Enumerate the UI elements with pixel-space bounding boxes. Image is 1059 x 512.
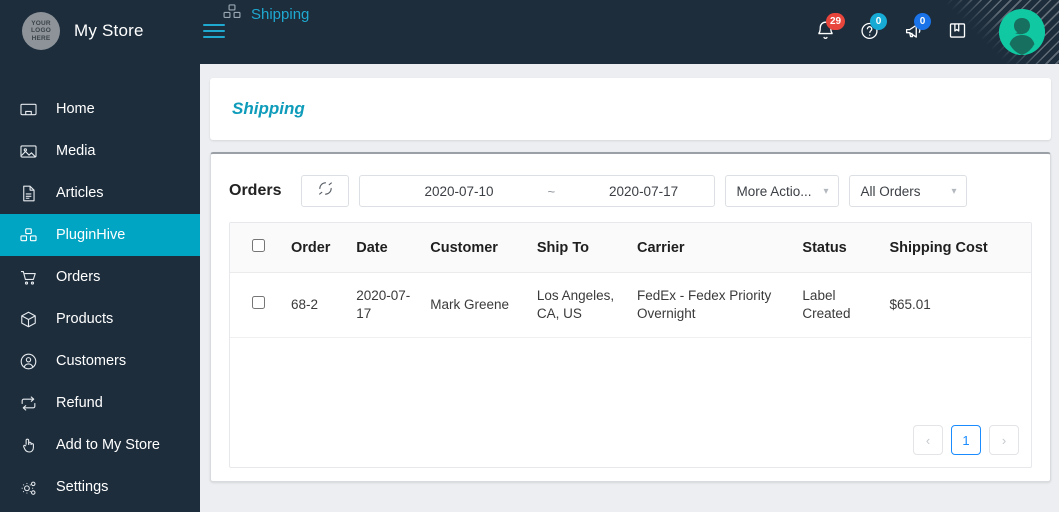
orders-table-head: Order Date Customer Ship To Carrier Stat… xyxy=(230,223,1031,273)
articles-icon xyxy=(18,183,38,203)
more-actions-dropdown[interactable]: More Actio... ▾ xyxy=(725,175,840,207)
table-row[interactable]: 68-2 2020-07-17 Mark Greene Los Angeles,… xyxy=(230,273,1031,338)
top-icon-group: 29 0 0 xyxy=(815,0,1045,64)
cell-status: Label Created xyxy=(802,288,851,321)
row-select-checkbox[interactable] xyxy=(252,296,265,309)
sidebar-item-label: Refund xyxy=(56,395,103,411)
column-header-customer[interactable]: Customer xyxy=(430,223,537,273)
column-header-ship-to[interactable]: Ship To xyxy=(537,223,637,273)
select-all-header xyxy=(230,223,291,273)
store-logo: YOUR LOGO HERE xyxy=(22,12,60,50)
page-title: Shipping xyxy=(232,99,305,118)
orders-heading: Orders xyxy=(229,182,282,199)
orders-table: Order Date Customer Ship To Carrier Stat… xyxy=(230,223,1031,338)
sidebar-item-label: Customers xyxy=(56,353,127,369)
select-all-checkbox[interactable] xyxy=(252,239,265,252)
cell-order: 68-2 xyxy=(290,297,318,312)
help-badge: 0 xyxy=(870,13,887,30)
app-root: YOUR LOGO HERE My Store Shipping 29 0 0 … xyxy=(0,0,1059,512)
more-actions-label: More Actio... xyxy=(736,183,812,199)
user-avatar[interactable] xyxy=(999,9,1045,55)
top-bar: YOUR LOGO HERE My Store Shipping 29 0 0 xyxy=(0,0,1059,64)
page-title-card: Shipping xyxy=(210,78,1051,140)
sidebar-item-add-to-my-store[interactable]: Add to My Store xyxy=(0,424,200,466)
column-header-date[interactable]: Date xyxy=(356,223,430,273)
sidebar-item-articles[interactable]: Articles xyxy=(0,172,200,214)
hand-pointer-icon xyxy=(18,435,38,455)
sidebar-item-label: Orders xyxy=(56,269,101,285)
orders-toolbar: Orders ~ xyxy=(229,168,1032,214)
sidebar-item-label: Home xyxy=(56,101,95,117)
cell-customer: Mark Greene xyxy=(430,297,510,312)
sidebar-item-label: Add to My Store xyxy=(56,437,160,453)
sidebar-item-pluginhive[interactable]: PluginHive xyxy=(0,214,200,256)
user-icon xyxy=(18,351,38,371)
column-header-shipping-cost[interactable]: Shipping Cost xyxy=(889,223,1031,273)
date-from-input[interactable] xyxy=(370,183,548,199)
date-range-picker[interactable]: ~ xyxy=(359,175,746,207)
refresh-button[interactable] xyxy=(301,175,350,207)
order-filter-dropdown[interactable]: All Orders ▾ xyxy=(849,175,968,207)
sidebar-item-label: Settings xyxy=(56,479,109,495)
pagination-next-button[interactable]: › xyxy=(989,425,1019,455)
main-content: Shipping Orders ~ xyxy=(200,64,1059,512)
cell-date: 2020-07-17 xyxy=(356,288,411,321)
pagination: ‹ 1 › xyxy=(913,425,1019,455)
docs-book-button[interactable] xyxy=(947,20,969,44)
sidebar-item-customers[interactable]: Customers xyxy=(0,340,200,382)
brand[interactable]: YOUR LOGO HERE My Store xyxy=(22,12,144,50)
sidebar-item-label: PluginHive xyxy=(56,227,126,243)
sidebar-item-refund[interactable]: Refund xyxy=(0,382,200,424)
refresh-icon xyxy=(317,180,334,202)
pluginhive-icon xyxy=(18,225,38,245)
home-icon xyxy=(18,99,38,119)
sidebar-item-orders[interactable]: Orders xyxy=(0,256,200,298)
cell-carrier: FedEx - Fedex Priority Overnight xyxy=(637,288,772,321)
hive-boxes-icon xyxy=(222,2,242,27)
order-filter-label: All Orders xyxy=(860,183,921,199)
orders-card: Orders ~ xyxy=(210,152,1051,482)
refund-icon xyxy=(18,393,38,413)
store-name: My Store xyxy=(74,21,144,40)
date-range-separator: ~ xyxy=(547,183,556,199)
tab-shipping[interactable]: Shipping xyxy=(222,2,309,27)
sidebar-item-label: Media xyxy=(56,143,96,159)
sidebar-item-settings[interactable]: Settings xyxy=(0,466,200,508)
logo-line-3: HERE xyxy=(31,34,51,42)
help-button[interactable]: 0 xyxy=(859,13,887,44)
sidebar-item-media[interactable]: Media xyxy=(0,130,200,172)
row-select-cell xyxy=(230,273,291,338)
gear-icon xyxy=(18,477,38,497)
chevron-down-icon: ▾ xyxy=(823,185,829,197)
box-icon xyxy=(18,309,38,329)
sidebar-item-products[interactable]: Products xyxy=(0,298,200,340)
media-icon xyxy=(18,141,38,161)
column-header-carrier[interactable]: Carrier xyxy=(637,223,802,273)
column-header-status[interactable]: Status xyxy=(802,223,889,273)
logo-line-1: YOUR xyxy=(31,19,51,27)
column-header-order[interactable]: Order xyxy=(291,223,356,273)
sidebar-item-label: Articles xyxy=(56,185,104,201)
cell-shipping-cost: $65.01 xyxy=(889,297,931,312)
table-header-row: Order Date Customer Ship To Carrier Stat… xyxy=(230,223,1031,273)
cart-icon xyxy=(18,267,38,287)
notifications-button[interactable]: 29 xyxy=(815,13,846,44)
announcements-button[interactable]: 0 xyxy=(903,13,931,44)
notifications-badge: 29 xyxy=(826,13,846,30)
pagination-prev-button[interactable]: ‹ xyxy=(913,425,943,455)
logo-line-2: LOGO xyxy=(31,27,51,35)
announcements-badge: 0 xyxy=(914,13,931,30)
sidebar: Home Media Articles PluginHive Orders Pr… xyxy=(0,64,200,512)
orders-table-body: 68-2 2020-07-17 Mark Greene Los Angeles,… xyxy=(230,273,1031,338)
tab-shipping-label: Shipping xyxy=(251,6,310,23)
date-to-input[interactable] xyxy=(555,183,733,199)
sidebar-item-home[interactable]: Home xyxy=(0,88,200,130)
orders-table-container: Order Date Customer Ship To Carrier Stat… xyxy=(229,222,1032,468)
pagination-page-1[interactable]: 1 xyxy=(951,425,981,455)
cell-ship-to: Los Angeles, CA, US xyxy=(536,288,615,321)
chevron-down-icon: ▾ xyxy=(951,185,957,197)
sidebar-item-label: Products xyxy=(56,311,114,327)
